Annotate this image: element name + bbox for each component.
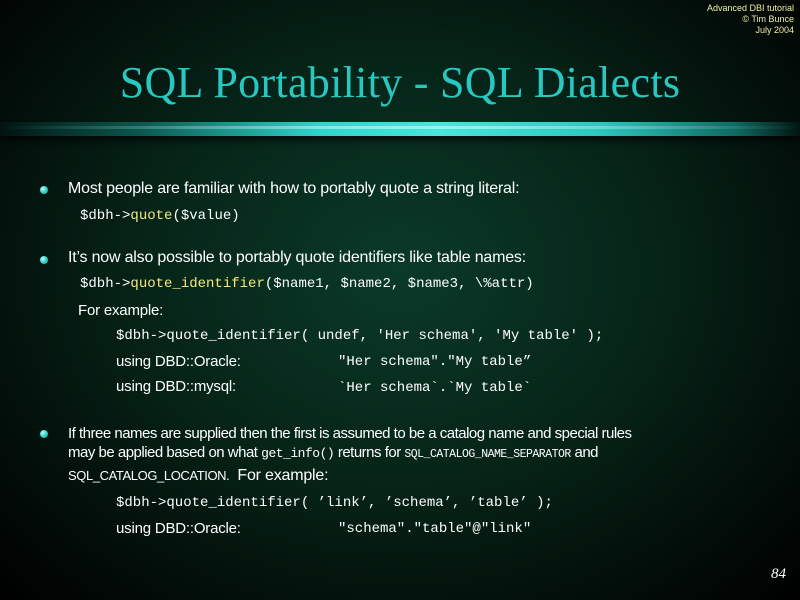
bullet-2-mysql-label: using DBD::mysql: <box>116 378 236 395</box>
copyright-line-2: © Tim Bunce <box>742 14 794 24</box>
bullet-2-example-label: For example: <box>78 302 164 319</box>
bullet-2-code: $dbh->quote_identifier($name1, $name2, $… <box>80 276 534 292</box>
bullet-3-example-code: $dbh->quote_identifier( ’link’, ’schema’… <box>116 495 553 511</box>
bullet-icon <box>40 430 48 438</box>
bullet-2-example-code: $dbh->quote_identifier( undef, 'Her sche… <box>116 328 604 344</box>
catalog-separator-code: SQL_CATALOG_NAME_SEPARATOR <box>404 448 571 461</box>
bullet-2-oracle-value: "Her schema"."My table” <box>338 354 532 370</box>
title-divider <box>0 122 800 136</box>
bullet-3-oracle-label: using DBD::Oracle: <box>116 520 241 537</box>
bullet-2-oracle-label: using DBD::Oracle: <box>116 353 241 370</box>
code-object: $dbh-> <box>80 208 131 224</box>
bullet-3-line-3: SQL_CATALOG_LOCATION. For example: <box>68 467 329 485</box>
bullet-3-line-2-end: and <box>570 444 599 461</box>
page-number: 84 <box>771 566 786 582</box>
copyright-line-1: Advanced DBI tutorial <box>706 3 794 13</box>
copyright-line-3: July 2004 <box>755 25 794 35</box>
bullet-icon <box>40 256 48 264</box>
get-info-code: get_info() <box>261 446 335 461</box>
copyright-notice: Advanced DBI tutorial © Tim Bunce July 2… <box>674 3 794 36</box>
code-object: $dbh-> <box>80 276 131 292</box>
bullet-3-line-2: may be applied based on what get_info() … <box>68 444 599 461</box>
code-method: quote_identifier <box>130 276 265 292</box>
bullet-1-code: $dbh->quote($value) <box>80 208 240 224</box>
catalog-location-text: SQL_CATALOG_LOCATION. <box>68 468 230 483</box>
bullet-1-text: Most people are familiar with how to por… <box>68 180 520 197</box>
code-args: ($name1, $name2, $name3, \%attr) <box>264 276 534 292</box>
bullet-icon <box>40 186 48 194</box>
slide-title: SQL Portability - SQL Dialects <box>119 58 681 107</box>
bullet-3-line-2-middle: returns for <box>334 444 405 461</box>
bullet-3-oracle-value: "schema"."table"@"link" <box>338 521 532 537</box>
bullet-3-example-label: For example: <box>237 467 329 484</box>
bullet-2-text: It’s now also possible to portably quote… <box>68 249 526 266</box>
code-args: ($value) <box>172 208 240 224</box>
code-method: quote <box>130 208 173 224</box>
bullet-3-line-1: If three names are supplied then the fir… <box>68 425 632 442</box>
bullet-2-mysql-value: `Her schema`.`My table` <box>338 380 532 396</box>
bullet-3-line-2-start: may be applied based on what <box>68 444 262 461</box>
